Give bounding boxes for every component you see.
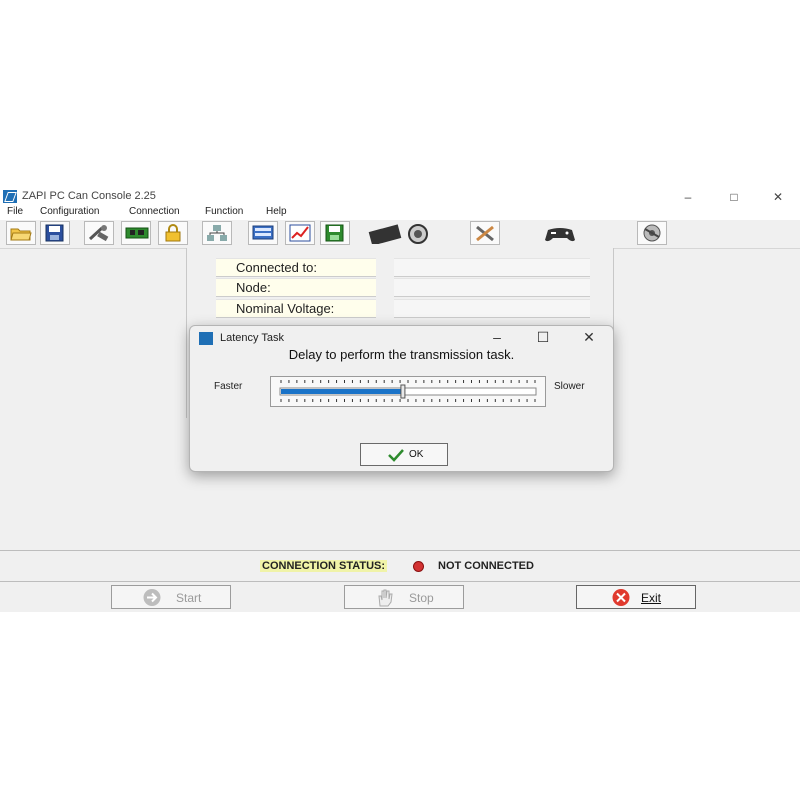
connection-status-label: CONNECTION STATUS:: [260, 560, 388, 572]
latency-task-dialog: Latency Task – ☐ ✕ Delay to perform the …: [189, 325, 614, 472]
dialog-minimize-button[interactable]: –: [482, 328, 512, 346]
hand-stop-icon: [378, 589, 393, 607]
slider-fill: [281, 389, 403, 394]
info-label: Node:: [216, 278, 376, 297]
save-disk-icon[interactable]: [40, 221, 70, 245]
start-button-label: Start: [176, 591, 202, 605]
slower-label: Slower: [554, 381, 585, 392]
motor-icon[interactable]: [364, 221, 432, 245]
menu-configuration[interactable]: Configuration: [40, 206, 99, 217]
minimize-button[interactable]: –: [668, 188, 708, 206]
start-button[interactable]: Start: [111, 585, 231, 609]
info-label: Connected to:: [216, 258, 376, 277]
info-row-connected: Connected to:: [216, 258, 590, 277]
menu-bar: File Configuration Connection Function H…: [0, 206, 800, 220]
slider-thumb: [400, 384, 406, 399]
dialog-close-button[interactable]: ✕: [574, 328, 604, 346]
checkmark-icon: [388, 449, 404, 462]
connection-status-bar: CONNECTION STATUS: NOT CONNECTED: [0, 550, 800, 582]
info-value: [394, 278, 590, 297]
info-row-node: Node:: [216, 278, 590, 297]
info-value: [394, 258, 590, 277]
menu-file[interactable]: File: [7, 206, 23, 217]
info-label: Nominal Voltage:: [216, 299, 376, 318]
exit-button[interactable]: Exit: [576, 585, 696, 609]
monitor-icon[interactable]: [248, 221, 278, 245]
stop-button[interactable]: Stop: [344, 585, 464, 609]
menu-connection[interactable]: Connection: [129, 206, 180, 217]
gamepad-icon[interactable]: [540, 221, 576, 245]
stop-button-label: Stop: [409, 591, 434, 605]
arrow-right-icon: [143, 589, 161, 606]
wrench-screwdriver-icon[interactable]: [470, 221, 500, 245]
dialog-title: Latency Task: [220, 332, 285, 344]
app-logo-icon: [199, 332, 213, 345]
menu-help[interactable]: Help: [266, 206, 287, 217]
ok-button[interactable]: OK: [360, 443, 448, 466]
exit-button-label: Exit: [641, 591, 662, 605]
slider-track: [279, 380, 537, 402]
tools-icon[interactable]: [84, 221, 114, 245]
window-title: ZAPI PC Can Console 2.25: [22, 190, 156, 202]
latency-slider[interactable]: [270, 376, 546, 407]
faster-label: Faster: [214, 381, 243, 392]
maximize-button[interactable]: □: [714, 188, 754, 206]
info-value: [394, 299, 590, 318]
dialog-message: Delay to perform the transmission task.: [288, 347, 515, 362]
network-icon[interactable]: [202, 221, 232, 245]
close-button[interactable]: ✕: [758, 188, 798, 206]
circuit-board-icon[interactable]: [121, 221, 151, 245]
connection-status-value: NOT CONNECTED: [438, 560, 534, 572]
dialog-maximize-button[interactable]: ☐: [528, 328, 558, 346]
info-row-voltage: Nominal Voltage:: [216, 299, 590, 318]
title-bar: ZAPI PC Can Console 2.25 – □ ✕: [0, 188, 800, 206]
save-green-icon[interactable]: [320, 221, 350, 245]
close-circle-icon: [612, 589, 630, 606]
open-folder-icon[interactable]: [6, 221, 36, 245]
app-logo-icon: [3, 190, 17, 203]
toolbar: [0, 220, 800, 249]
chart-icon[interactable]: [285, 221, 315, 245]
lock-icon[interactable]: [158, 221, 188, 245]
disc-icon[interactable]: [637, 221, 667, 245]
menu-function[interactable]: Function: [205, 206, 243, 217]
ok-button-label: OK: [409, 449, 424, 460]
status-indicator-icon: [413, 561, 424, 572]
